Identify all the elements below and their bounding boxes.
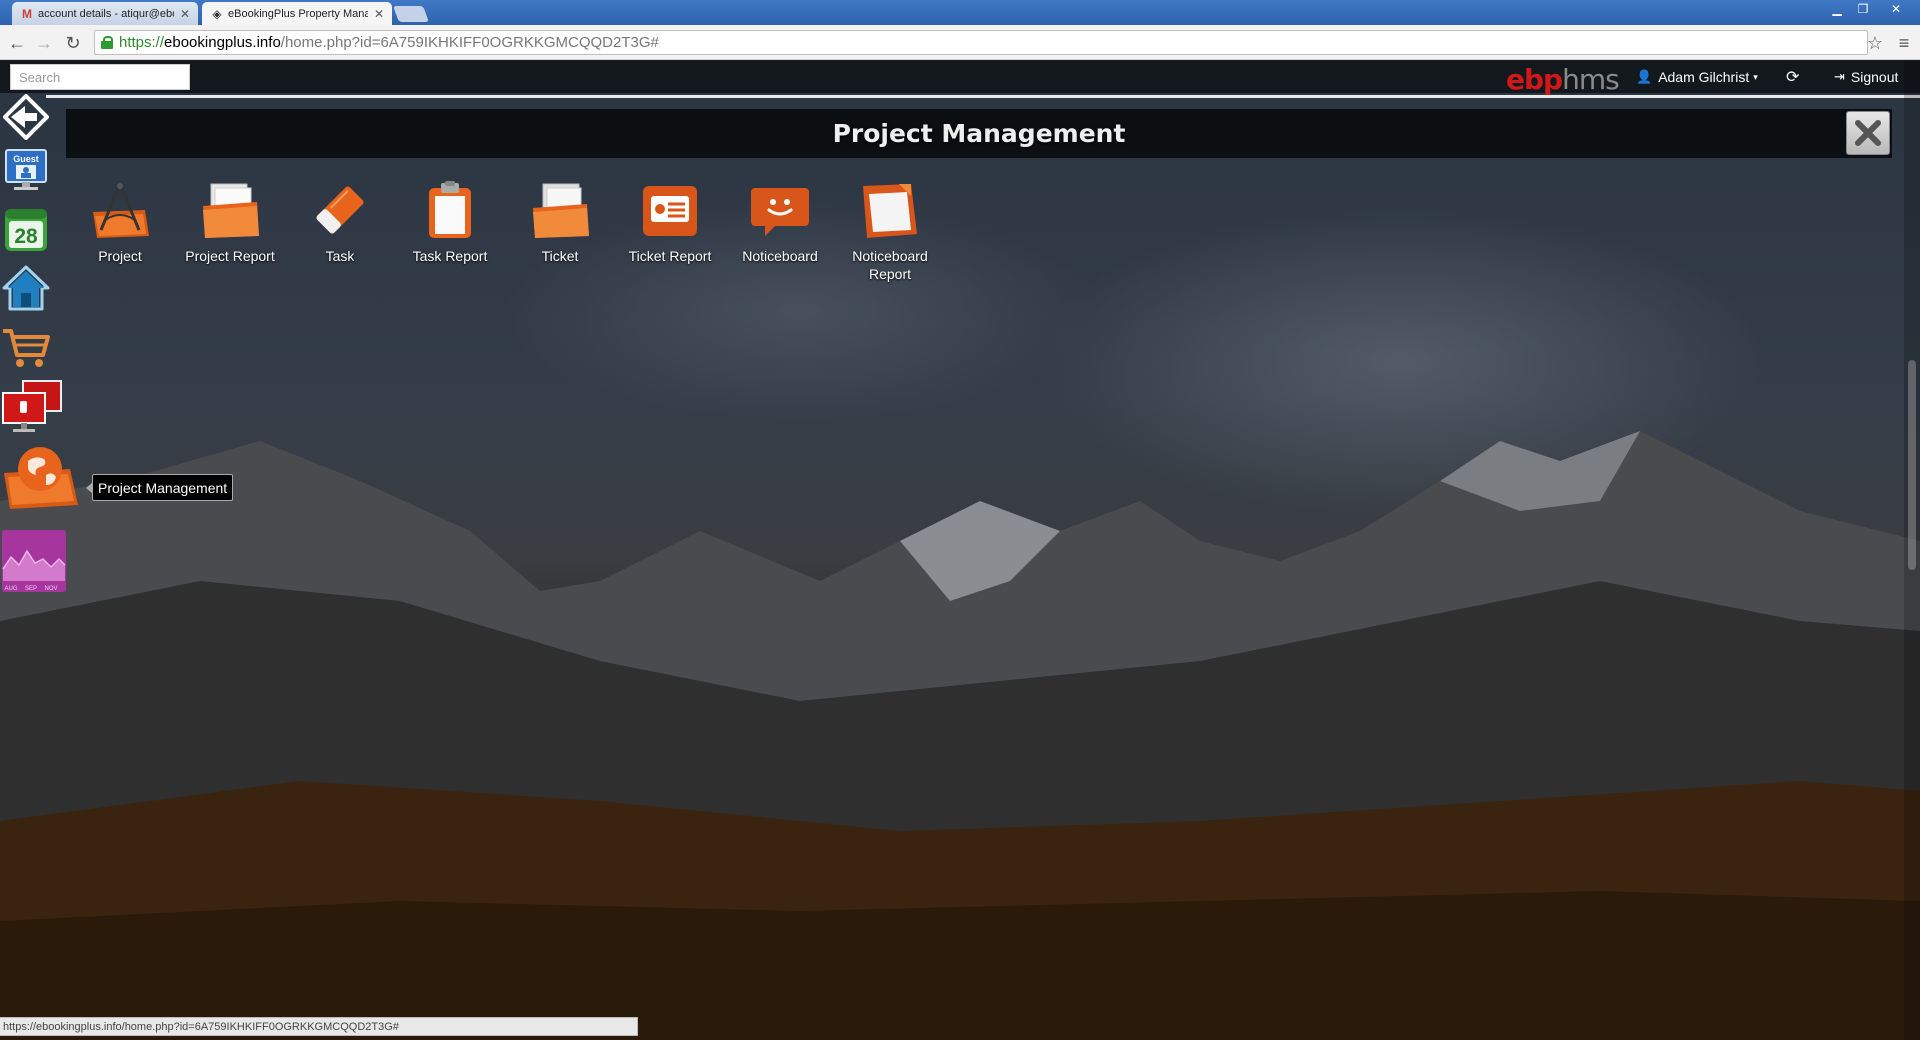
address-bar[interactable]: https:// ebookingplus.info /home.php?id=… <box>94 30 1868 55</box>
user-icon: 👤 <box>1636 69 1653 84</box>
search-input[interactable] <box>10 64 190 90</box>
back-arrow-icon[interactable] <box>0 93 52 141</box>
noticeboard-chat-icon <box>747 177 813 243</box>
presentation-icon[interactable] <box>0 379 66 437</box>
signout-icon: ⇥ <box>1834 69 1845 84</box>
month-nov: NOV <box>44 586 57 592</box>
lock-icon <box>101 36 113 49</box>
app-project-report[interactable]: Project Report <box>176 177 284 265</box>
app-label: Ticket Report <box>628 248 712 264</box>
ticket-report-icon <box>637 177 703 243</box>
browser-toolbar: ← → ↻ https:// ebookingplus.info /home.p… <box>0 25 1920 60</box>
status-bar: https://ebookingplus.info/home.php?id=6A… <box>0 1017 638 1036</box>
brand-logo[interactable]: ebphms <box>1506 63 1620 96</box>
back-icon[interactable]: ← <box>6 32 28 54</box>
url-host: ebookingplus.info <box>164 34 281 51</box>
guest-label: Guest <box>13 154 39 164</box>
refresh-icon[interactable]: ⟳ <box>1786 67 1799 87</box>
signout-label: Signout <box>1850 69 1899 85</box>
month-sep: SEP <box>25 586 37 592</box>
tab-label: eBookingPlus Property Mana <box>228 7 368 20</box>
top-divider <box>46 95 1920 98</box>
close-icon[interactable]: ✕ <box>374 7 384 21</box>
app-label: Ticket <box>541 248 579 264</box>
window-close-icon[interactable]: ✕ <box>1880 0 1912 18</box>
menu-icon[interactable]: ≡ <box>1893 32 1915 54</box>
maximize-icon[interactable]: ❐ <box>1850 0 1876 18</box>
app-ticket[interactable]: Ticket <box>506 177 614 265</box>
forward-icon[interactable]: → <box>33 32 55 54</box>
month-aug: AUG <box>4 586 17 592</box>
bookmark-star-icon[interactable]: ☆ <box>1864 32 1886 54</box>
tab-ebookingplus[interactable]: ◈ eBookingPlus Property Mana ✕ <box>202 2 392 25</box>
minimize-icon[interactable]: ▁ <box>1824 0 1850 18</box>
site-icon: ◈ <box>212 6 222 21</box>
window-header: Project Management <box>66 109 1892 158</box>
window-close-button[interactable] <box>1846 111 1890 155</box>
url-scheme: https:// <box>119 34 165 51</box>
app-noticeboard-report[interactable]: Noticeboard Report <box>836 177 944 283</box>
guest-icon[interactable]: Guest <box>0 147 52 195</box>
app-task-report[interactable]: Task Report <box>396 177 504 265</box>
reload-icon[interactable]: ↻ <box>62 32 84 54</box>
project-management-icon[interactable] <box>0 443 80 513</box>
ticket-folder-icon <box>527 177 593 243</box>
user-name: Adam Gilchrist <box>1658 69 1750 85</box>
app-noticeboard[interactable]: Noticeboard <box>726 177 834 265</box>
caret-down-icon: ▾ <box>1753 71 1758 82</box>
calendar-icon[interactable]: 28 <box>0 205 52 255</box>
app-label: Project Report <box>185 248 275 264</box>
user-menu[interactable]: 👤 Adam Gilchrist ▾ <box>1636 69 1758 85</box>
app-top-bar: ebphms 👤 Adam Gilchrist ▾ ⟳ ⇥ Signout <box>0 61 1920 96</box>
brand-part-hms: hms <box>1562 63 1620 96</box>
app-task[interactable]: Task <box>286 177 394 265</box>
close-icon[interactable]: ✕ <box>180 7 190 21</box>
tab-gmail[interactable]: M account details - atiqur@ebo ✕ <box>12 2 198 25</box>
dock-tooltip: Project Management <box>85 474 234 501</box>
browser-tab-bar: M account details - atiqur@ebo ✕ ◈ eBook… <box>0 0 1920 25</box>
new-tab-button[interactable] <box>393 6 429 22</box>
folder-report-icon <box>197 177 263 243</box>
app-project[interactable]: Project <box>66 177 174 265</box>
signout-button[interactable]: ⇥ Signout <box>1834 69 1898 85</box>
tab-label: account details - atiqur@ebo <box>38 7 174 20</box>
noticeboard-report-icon <box>857 177 923 243</box>
scrollbar-thumb[interactable] <box>1908 360 1916 570</box>
close-icon <box>1855 120 1881 146</box>
brand-part-ebp: ebp <box>1506 63 1563 96</box>
analytics-chart-icon[interactable]: AUG SEP NOV <box>0 529 68 593</box>
task-eraser-icon <box>307 177 373 243</box>
gmail-icon: M <box>22 6 32 21</box>
app-ticket-report[interactable]: Ticket Report <box>616 177 724 265</box>
project-compass-icon <box>87 177 153 243</box>
app-label: Noticeboard Report <box>852 248 928 282</box>
clipboard-icon <box>417 177 483 243</box>
url-path: /home.php?id=6A759IKHKIFF0OGRKKGMCQQD2T3… <box>280 34 659 51</box>
home-icon[interactable] <box>0 263 52 313</box>
shopping-cart-icon[interactable] <box>0 323 52 373</box>
window-title: Project Management <box>832 119 1126 148</box>
app-desktop: ebphms 👤 Adam Gilchrist ▾ ⟳ ⇥ Signout Gu… <box>0 61 1920 1040</box>
app-label: Project <box>98 248 142 264</box>
app-label: Noticeboard <box>742 248 818 264</box>
app-label: Task <box>325 248 355 264</box>
app-label: Task Report <box>412 248 488 264</box>
calendar-day: 28 <box>14 225 38 248</box>
